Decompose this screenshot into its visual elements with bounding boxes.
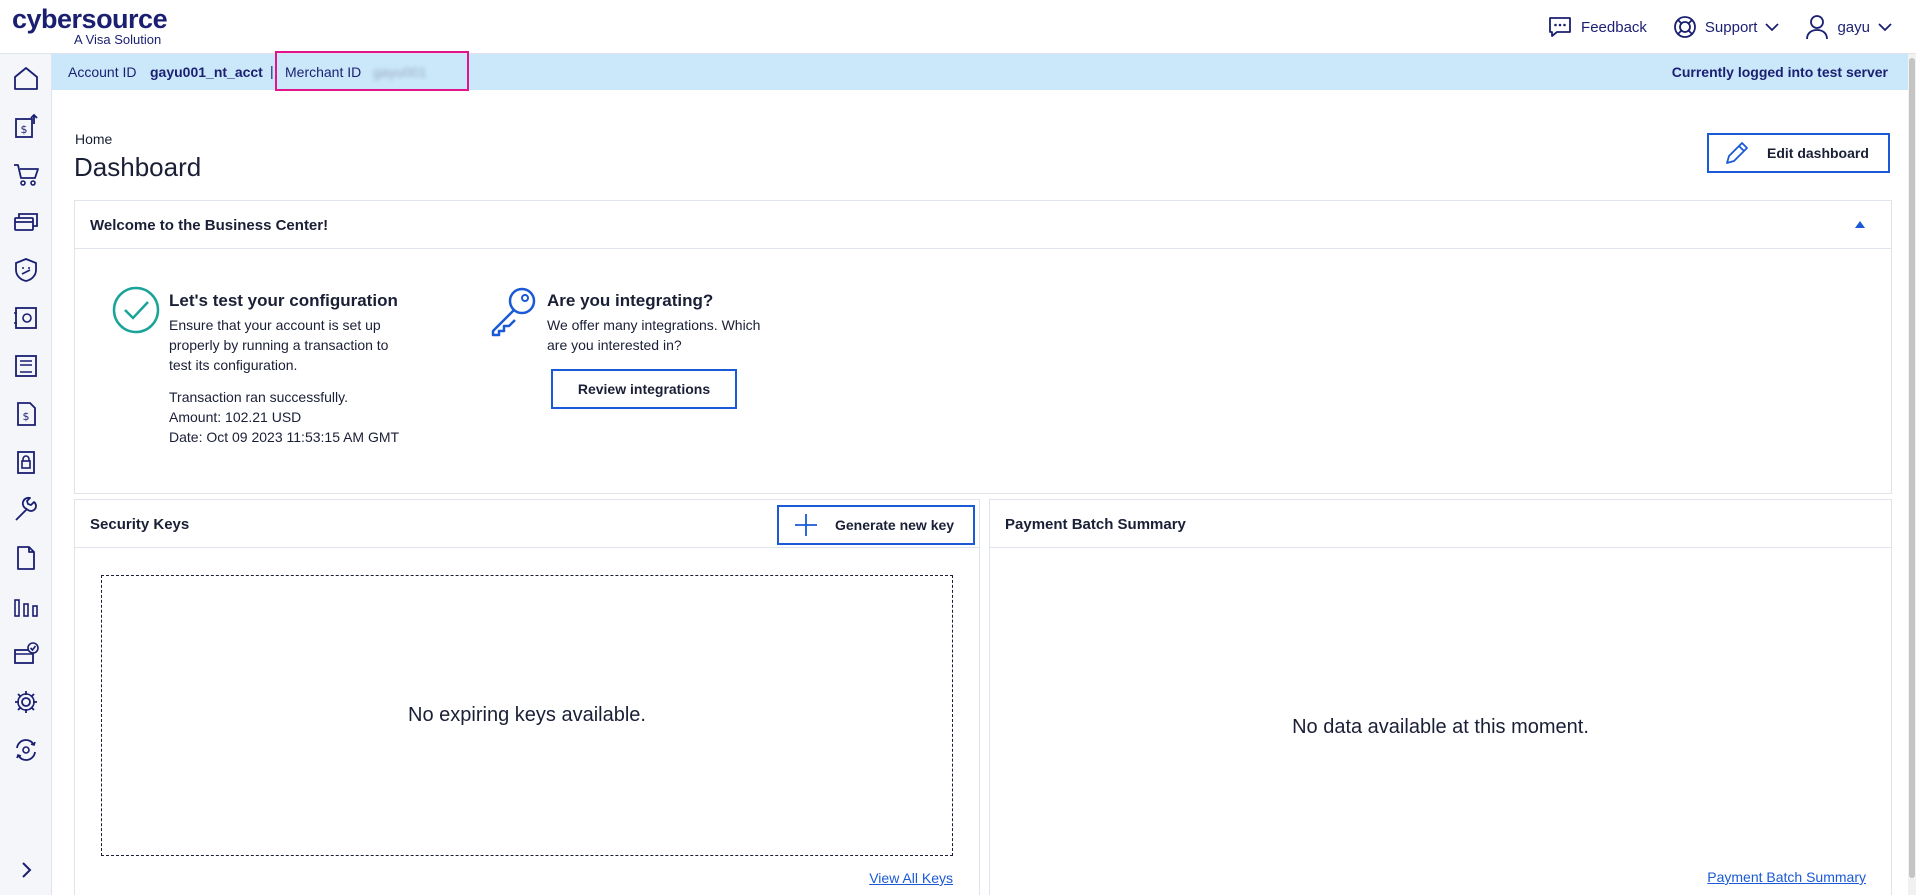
home-icon[interactable] (12, 64, 40, 92)
welcome-panel: Welcome to the Business Center! Let's te… (74, 200, 1892, 494)
breadcrumb[interactable]: Home (75, 131, 112, 147)
user-name: gayu (1837, 18, 1870, 36)
keys-empty-text: No expiring keys available. (408, 704, 646, 726)
cards-icon[interactable] (12, 208, 40, 236)
server-status: Currently logged into test server (1671, 64, 1888, 80)
merchant-id-value: gayu001 (373, 64, 427, 80)
generate-key-button[interactable]: Generate new key (777, 505, 975, 545)
merchant-id-label: Merchant ID (285, 64, 362, 80)
page-title: Dashboard (74, 152, 202, 182)
transaction-date: Date: Oct 09 2023 11:53:15 AM GMT (169, 429, 400, 445)
batch-empty-text: No data available at this moment. (1292, 716, 1589, 738)
chevron-down-icon (1878, 23, 1892, 32)
top-header: cybersource A Visa Solution Feedback Sup… (0, 0, 1916, 54)
safe-icon[interactable] (12, 304, 40, 332)
account-id-value: gayu001_nt_acct (150, 64, 263, 80)
security-keys-header: Security Keys Generate new key (75, 500, 979, 548)
merchant-id-highlight: Merchant ID gayu001 (275, 51, 469, 91)
cybersource-logo[interactable]: cybersource A Visa Solution (12, 6, 172, 48)
logo-tagline: A Visa Solution (74, 32, 162, 47)
edit-dashboard-label: Edit dashboard (1767, 145, 1869, 161)
document-icon[interactable] (12, 544, 40, 572)
chevron-down-icon (1765, 23, 1780, 32)
config-description: Ensure that your account is set up prope… (169, 317, 389, 373)
tools-icon[interactable] (12, 496, 40, 524)
svg-text:$: $ (23, 410, 30, 423)
security-keys-title: Security Keys (90, 516, 190, 533)
transaction-amount: Amount: 102.21 USD (169, 409, 302, 425)
payment-batch-link[interactable]: Payment Batch Summary (1707, 869, 1866, 885)
user-icon (1806, 15, 1829, 40)
security-keys-panel: Security Keys Generate new key No expiri… (74, 499, 980, 895)
reports-icon[interactable] (12, 592, 40, 620)
vault-icon[interactable] (12, 448, 40, 476)
logo-wordmark: cybersource (12, 4, 168, 34)
scrollbar-thumb[interactable] (1909, 58, 1915, 878)
review-integrations-button[interactable]: Review integrations (551, 369, 737, 409)
terminal-icon[interactable] (12, 352, 40, 380)
generate-key-label: Generate new key (835, 517, 955, 533)
view-all-keys-link[interactable]: View All Keys (869, 870, 953, 886)
page-scrollbar[interactable] (1908, 54, 1916, 895)
feedback-label: Feedback (1581, 18, 1647, 36)
plus-icon (795, 514, 817, 536)
account-info-bar: Account ID gayu001_nt_acct | Merchant ID… (52, 51, 1916, 91)
edit-dashboard-button[interactable]: Edit dashboard (1707, 133, 1890, 173)
support-label: Support (1704, 18, 1758, 36)
account-id-label: Account ID (68, 64, 137, 80)
config-title: Let's test your configuration (169, 291, 398, 310)
fraud-shield-icon[interactable] (12, 256, 40, 284)
settings-icon[interactable] (12, 688, 40, 716)
check-circle-icon (112, 286, 160, 334)
payment-batch-header: Payment Batch Summary (990, 500, 1891, 548)
transaction-status: Transaction ran successfully. (169, 389, 348, 405)
account-separator: | (270, 63, 274, 79)
collapse-icon[interactable] (1855, 221, 1865, 228)
user-menu[interactable]: gayu (1805, 14, 1892, 40)
chat-bubble-icon (1549, 17, 1571, 37)
left-sidebar: $ $ (0, 54, 52, 895)
integration-title: Are you integrating? (547, 291, 714, 310)
chevron-right-icon[interactable] (14, 858, 38, 882)
exchange-icon[interactable] (12, 736, 40, 764)
payments-icon[interactable]: $ (12, 112, 40, 140)
integration-description: We offer many integrations. Which are yo… (547, 317, 761, 353)
cart-icon[interactable] (12, 160, 40, 188)
payment-batch-title: Payment Batch Summary (1005, 516, 1186, 533)
header-actions: Feedback Support gayu (1547, 0, 1892, 54)
lifebuoy-icon (1674, 16, 1696, 38)
card-check-icon[interactable] (12, 640, 40, 668)
pencil-icon (1726, 142, 1748, 164)
welcome-title: Welcome to the Business Center! (90, 217, 329, 234)
key-icon (491, 287, 536, 337)
feedback-button[interactable]: Feedback (1547, 15, 1647, 39)
welcome-header: Welcome to the Business Center! (75, 201, 1891, 249)
keys-empty-state: No expiring keys available. (101, 575, 953, 856)
transaction-summary: Transaction ran successfully. Amount: 10… (169, 387, 399, 447)
payment-batch-panel: Payment Batch Summary No data available … (989, 499, 1892, 895)
support-menu[interactable]: Support (1673, 15, 1780, 39)
invoice-icon[interactable]: $ (12, 400, 40, 428)
svg-text:$: $ (21, 123, 28, 136)
